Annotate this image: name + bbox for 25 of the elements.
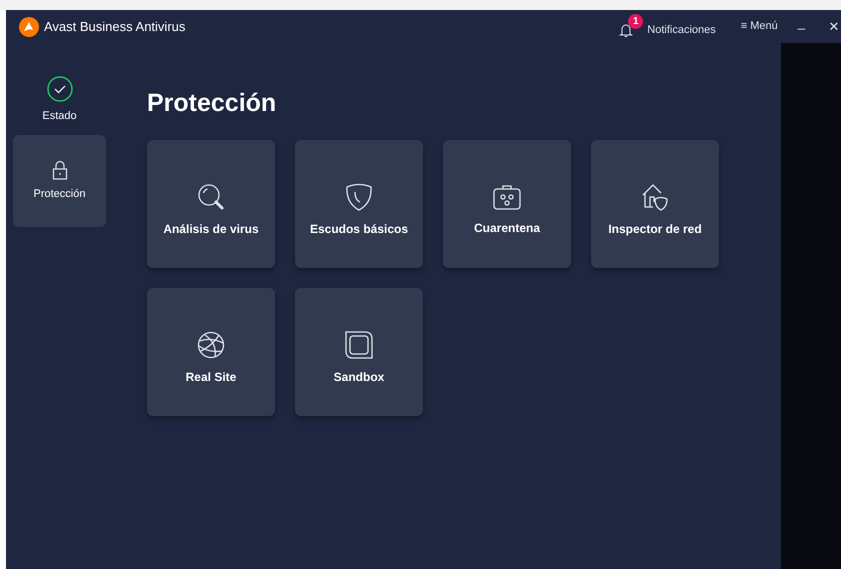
house-shield-icon xyxy=(641,183,669,211)
feature-card[interactable]: Real Site xyxy=(147,288,275,416)
feature-card[interactable]: Análisis de virus xyxy=(147,140,275,268)
logo-icon xyxy=(19,16,39,36)
notification-badge: 1 xyxy=(628,14,644,30)
shield-icon xyxy=(346,183,372,211)
window-title: Avast Business Antivirus xyxy=(44,18,186,36)
feature-card[interactable]: Cuarentena xyxy=(443,140,571,268)
feature-card[interactable]: Sandbox xyxy=(295,288,423,416)
globe-icon xyxy=(197,331,225,359)
feature-card[interactable]: Inspector de red xyxy=(591,140,719,268)
menu-button[interactable]: ≡ Menú xyxy=(740,18,778,35)
sandbox-icon xyxy=(345,331,373,359)
page-title: Protección xyxy=(147,88,278,119)
hazard-case-icon xyxy=(493,184,521,210)
sidebar-item[interactable]: Estado xyxy=(13,75,106,125)
minimize-button[interactable]: _ xyxy=(798,12,805,32)
notifications-button[interactable]: 1 Notificaciones xyxy=(619,14,716,39)
close-button[interactable]: ✕ xyxy=(827,16,841,36)
check-circle-icon xyxy=(46,76,72,102)
lock-icon xyxy=(52,160,68,180)
bell-icon xyxy=(619,23,634,38)
search-icon xyxy=(197,183,225,211)
feature-card[interactable]: Escudos básicos xyxy=(295,140,423,268)
sidebar-item[interactable]: Protección xyxy=(13,135,106,227)
